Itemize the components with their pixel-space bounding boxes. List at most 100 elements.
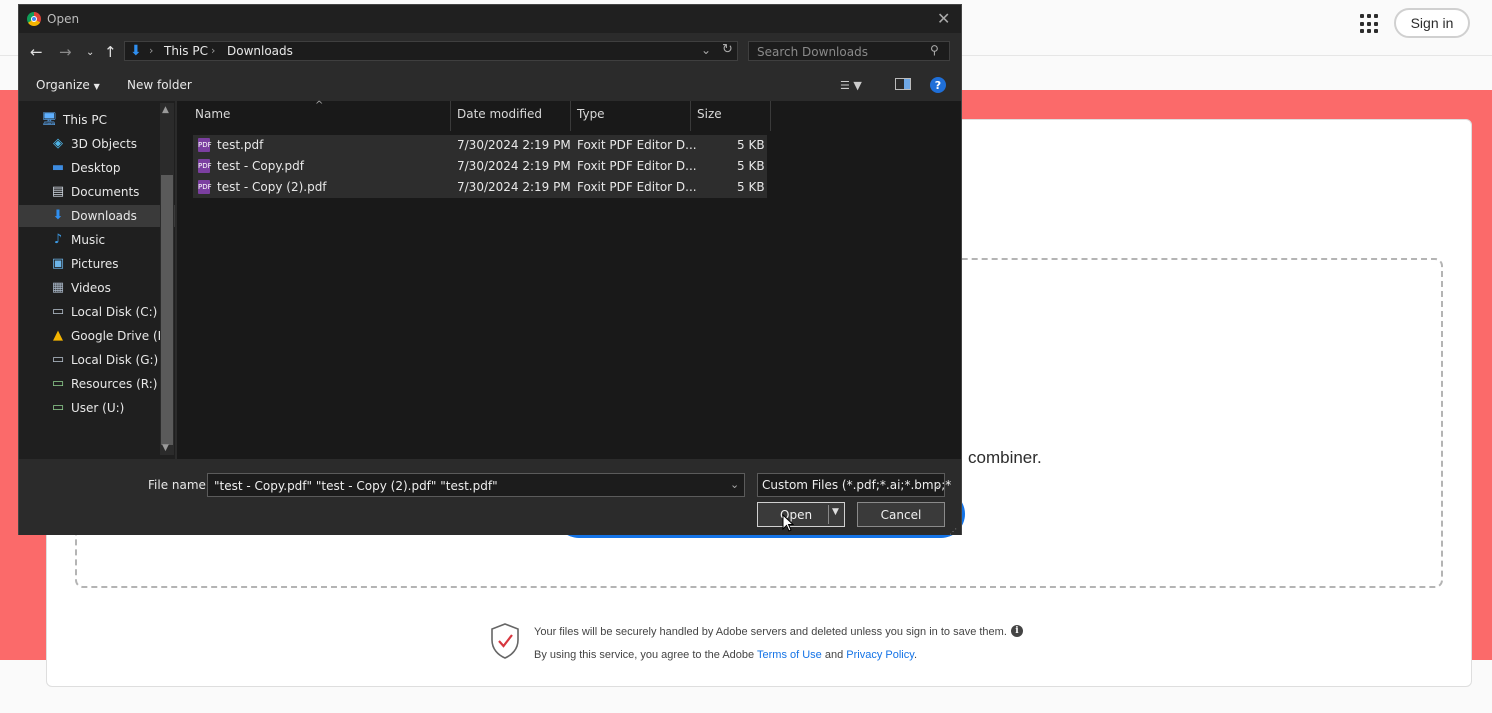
drop-zone-text: combiner.	[968, 448, 1042, 467]
close-icon[interactable]: ✕	[937, 9, 950, 28]
navigation-bar: ← → ⌄ ↑ ⬇ › This PC › Downloads ⌄ ↻ ⚲	[19, 39, 961, 67]
network-drive-icon: ▭	[51, 376, 65, 391]
pdf-file-icon: PDF	[198, 138, 212, 152]
mouse-cursor-icon	[782, 514, 794, 532]
cancel-button[interactable]: Cancel	[857, 502, 945, 527]
search-icon[interactable]: ⚲	[930, 43, 939, 57]
cube-icon: ◈	[53, 136, 63, 151]
file-type-select[interactable]: Custom Files (*.pdf;*.ai;*.bmp;* ⌄	[757, 473, 951, 497]
network-drive-icon: ▭	[51, 400, 65, 415]
file-type: Foxit PDF Editor D...	[577, 138, 697, 152]
document-icon: ▤	[51, 184, 65, 199]
tree-label: Desktop	[71, 161, 121, 175]
chevron-down-icon[interactable]: ⌄	[730, 478, 739, 491]
tree-label: Resources (R:)	[71, 377, 158, 391]
file-row[interactable]: PDF test.pdf 7/30/2024 2:19 PM Foxit PDF…	[193, 135, 767, 156]
breadcrumb-downloads[interactable]: Downloads	[227, 44, 293, 58]
column-header-type[interactable]: Type	[571, 101, 691, 131]
video-icon: ▦	[51, 280, 65, 295]
file-type-value: Custom Files (*.pdf;*.ai;*.bmp;*	[762, 478, 952, 492]
breadcrumb-separator-icon[interactable]: ›	[211, 44, 215, 57]
download-icon: ⬇	[52, 208, 64, 223]
music-icon: ♪	[53, 232, 63, 247]
dialog-toolbar: Organize ▼ New folder ☰ ▼ ?	[19, 73, 961, 99]
file-size: 5 KB	[737, 180, 765, 194]
apps-grid-icon[interactable]	[1360, 14, 1380, 34]
dialog-title: Open	[47, 12, 80, 26]
file-row[interactable]: PDF test - Copy (2).pdf 7/30/2024 2:19 P…	[193, 177, 767, 198]
dialog-title-bar[interactable]: Open ✕	[19, 5, 961, 33]
tree-item-desktop[interactable]: ▬ Desktop	[19, 157, 175, 179]
file-type: Foxit PDF Editor D...	[577, 159, 697, 173]
breadcrumb-separator-icon[interactable]: ›	[149, 44, 153, 57]
new-folder-button[interactable]: New folder	[127, 78, 192, 92]
help-icon[interactable]: ?	[930, 77, 946, 93]
change-view-icon[interactable]: ☰ ▼	[840, 79, 862, 92]
tree-label: Music	[71, 233, 106, 247]
refresh-icon[interactable]: ↻	[722, 42, 733, 57]
tree-item-3d-objects[interactable]: ◈ 3D Objects	[19, 133, 175, 155]
drive-icon: ▭	[51, 352, 65, 367]
scroll-down-icon[interactable]: ▼	[162, 443, 169, 453]
download-location-icon: ⬇	[130, 43, 142, 59]
tree-item-this-pc[interactable]: 🖥 This PC	[19, 109, 175, 131]
tree-item-resources-r[interactable]: ▭ Resources (R:)	[19, 373, 175, 395]
picture-icon: ▣	[51, 256, 65, 271]
terms-notice: By using this service, you agree to the …	[534, 649, 917, 661]
computer-icon: 🖥	[41, 112, 58, 127]
file-name-input[interactable]	[212, 477, 726, 495]
tree-label: Downloads	[71, 209, 137, 223]
sign-in-button[interactable]: Sign in	[1394, 8, 1470, 38]
forward-arrow-icon[interactable]: →	[59, 43, 72, 61]
info-icon[interactable]: i	[1011, 625, 1023, 637]
google-drive-icon: ▲	[53, 328, 63, 343]
preview-pane-icon[interactable]	[895, 78, 911, 90]
up-arrow-icon[interactable]: ↑	[104, 43, 117, 61]
file-list-pane: Name ^ Date modified Type Size PDF test.…	[177, 100, 961, 459]
file-type: Foxit PDF Editor D...	[577, 180, 697, 194]
address-dropdown-icon[interactable]: ⌄	[701, 43, 711, 57]
chevron-down-icon: ⌄	[932, 478, 942, 491]
chrome-icon	[27, 12, 41, 26]
tree-item-local-disk-g[interactable]: ▭ Local Disk (G:)	[19, 349, 175, 371]
navigation-scrollbar[interactable]: ▲ ▼	[160, 103, 174, 455]
breadcrumb-this-pc[interactable]: This PC	[164, 44, 208, 58]
tree-item-downloads[interactable]: ⬇ Downloads	[19, 205, 175, 227]
tree-item-pictures[interactable]: ▣ Pictures	[19, 253, 175, 275]
file-name-label: File name:	[148, 478, 210, 492]
terms-and: and	[824, 649, 844, 661]
tree-item-videos[interactable]: ▦ Videos	[19, 277, 175, 299]
split-divider	[828, 505, 829, 524]
search-box[interactable]: ⚲	[748, 41, 950, 61]
tree-item-music[interactable]: ♪ Music	[19, 229, 175, 251]
address-bar[interactable]: ⬇ › This PC › Downloads ⌄ ↻	[124, 41, 738, 61]
tree-item-documents[interactable]: ▤ Documents	[19, 181, 175, 203]
file-row[interactable]: PDF test - Copy.pdf 7/30/2024 2:19 PM Fo…	[193, 156, 767, 177]
scrollbar-thumb[interactable]	[161, 175, 173, 445]
recent-locations-chevron-icon[interactable]: ⌄	[86, 47, 94, 58]
dialog-footer: File name: ⌄ Custom Files (*.pdf;*.ai;*.…	[19, 461, 961, 536]
open-button[interactable]: Open ▼	[757, 502, 845, 527]
tree-label: Local Disk (C:)	[71, 305, 158, 319]
search-input[interactable]	[755, 43, 929, 61]
resize-grip-icon[interactable]: ⋰	[949, 527, 957, 536]
back-arrow-icon[interactable]: ←	[30, 43, 43, 61]
column-header-size[interactable]: Size	[691, 101, 771, 131]
file-size: 5 KB	[737, 138, 765, 152]
tree-item-user-u[interactable]: ▭ User (U:)	[19, 397, 175, 419]
tree-label: Local Disk (G:)	[71, 353, 159, 367]
terms-of-use-link[interactable]: Terms of Use	[757, 649, 822, 661]
tree-label: Google Drive (E:)	[71, 329, 174, 343]
tree-item-google-drive-e[interactable]: ▲ Google Drive (E:)	[19, 325, 175, 347]
file-date: 7/30/2024 2:19 PM	[457, 159, 571, 173]
scroll-up-icon[interactable]: ▲	[162, 105, 169, 115]
open-options-dropdown-icon[interactable]: ▼	[832, 507, 839, 517]
column-header-date[interactable]: Date modified	[451, 101, 571, 131]
shield-check-icon	[491, 623, 519, 659]
privacy-policy-link[interactable]: Privacy Policy	[846, 649, 914, 661]
file-name-field[interactable]: ⌄	[207, 473, 745, 497]
tree-item-local-disk-c[interactable]: ▭ Local Disk (C:)	[19, 301, 175, 323]
organize-button[interactable]: Organize ▼	[36, 78, 100, 92]
column-name-label: Name	[195, 107, 231, 121]
desktop-icon: ▬	[51, 160, 65, 175]
